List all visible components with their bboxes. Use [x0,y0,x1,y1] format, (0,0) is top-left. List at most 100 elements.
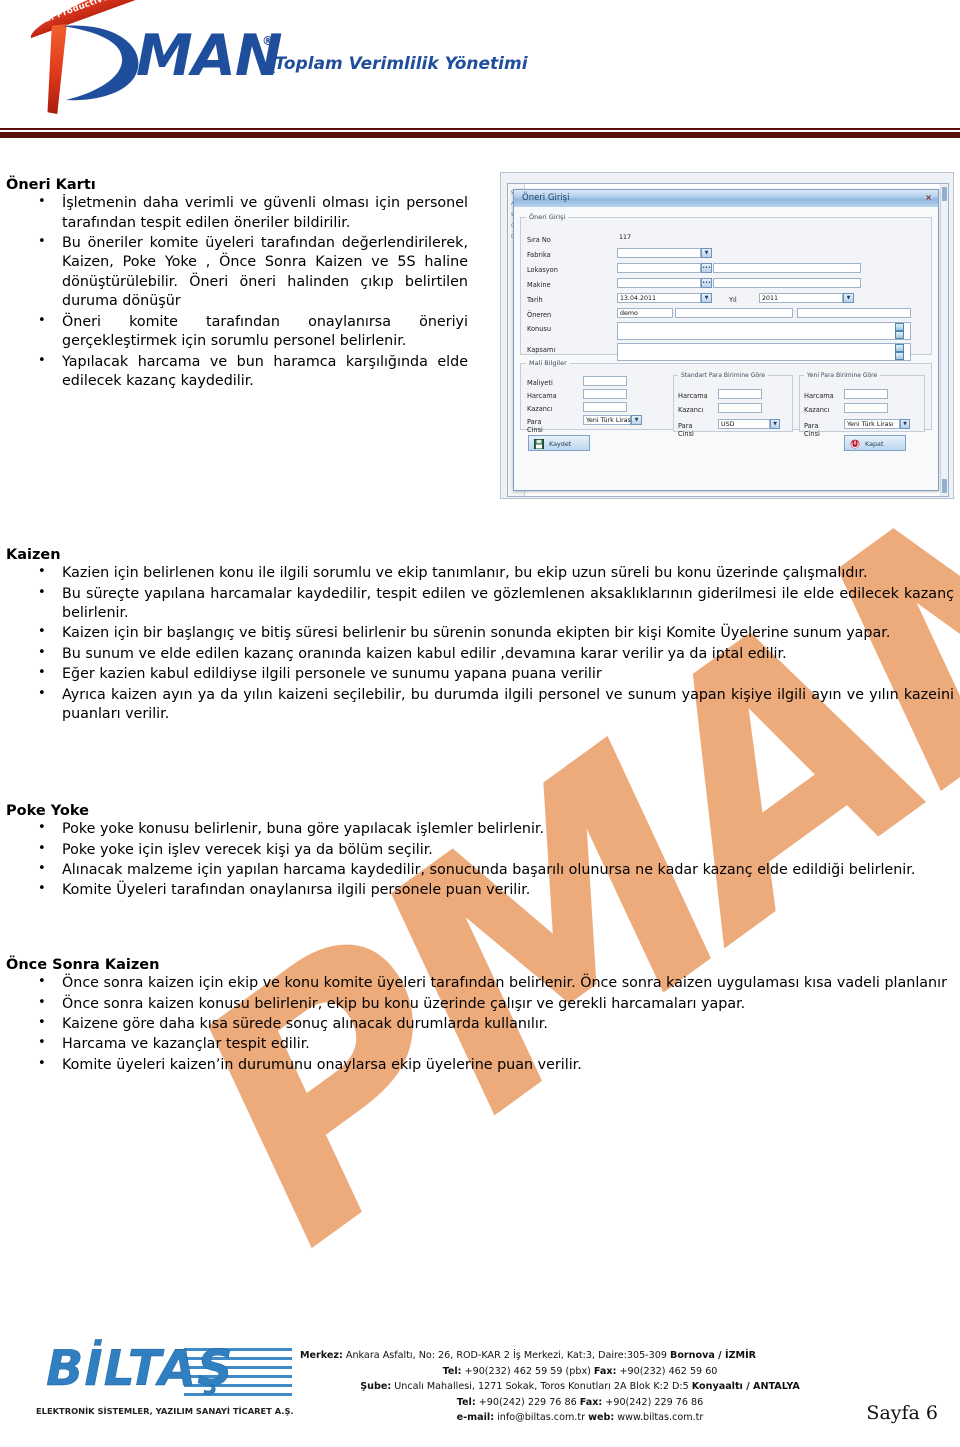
value-sira-no: 117 [619,234,632,241]
label-tarih: Tarih [527,296,543,304]
subgroup-standart-para-birimi: Standart Para Birimine Göre Harcama Kaza… [673,372,793,438]
input-yeni-harcama[interactable] [844,389,888,399]
input-fabrika-ext[interactable] [713,248,771,258]
host-scrollbar[interactable] [940,184,948,496]
close-icon[interactable]: × [925,193,932,202]
select-yeni-para-cinsi[interactable]: Yeni Türk Lirası [844,419,900,429]
label-para-cinsi-left: Para Cinsi [527,418,543,434]
textarea-konusu[interactable] [617,322,911,340]
list-item: İşletmenin daha verimli ve güvenli olmas… [38,193,468,233]
input-kazanci-left[interactable] [583,402,627,412]
bullet-list-oneri-karti: İşletmenin daha verimli ve güvenli olmas… [6,193,468,391]
chevron-down-icon-yeni-para-cinsi[interactable]: ▼ [900,419,910,429]
contact-value-fax-2: +90(242) 229 76 86 [605,1396,704,1408]
input-standart-kazanci[interactable] [718,403,762,413]
input-tarih[interactable]: 13.04.2011 [617,293,701,303]
list-item: Bu sunum ve elde edilen kazanç oranında … [38,644,954,664]
input-harcama-left[interactable] [583,389,627,399]
section-title-poke-yoke: Poke Yoke [6,803,89,819]
list-item: Poke yoke konusu belirlenir, buna göre y… [38,819,954,839]
contact-value-fax-1: +90(232) 462 59 60 [619,1365,718,1377]
scrollbar-thumb-bottom[interactable] [942,479,947,493]
bullet-list-poke-yoke: Poke yoke konusu belirlenir, buna göre y… [6,819,954,901]
section-poke-yoke: Poke Yoke Poke yoke konusu belirlenir, b… [6,802,954,902]
contact-label-tel-1: Tel: [442,1365,462,1377]
spinner-down-icon-konusu[interactable] [895,331,904,339]
contact-value-web[interactable]: www.biltas.com.tr [617,1412,703,1423]
input-lokasyon-name[interactable] [713,263,861,273]
input-oneren[interactable]: demo [617,308,673,318]
list-item: Kazien için belirlenen konu ile ilgili s… [38,563,954,583]
biltas-subtitle: ELEKTRONİK SİSTEMLER, YAZILIM SANAYİ TİC… [36,1406,294,1416]
contact-label-web: web: [588,1412,615,1424]
biltas-logo: BİLTAŞ ELEKTRONİK SİSTEMLER, YAZILIM SAN… [34,1342,296,1438]
power-off-icon [850,439,860,449]
input-yil[interactable]: 2011 [759,293,843,303]
section-oneri-karti: Öneri Kartı İşletmenin daha verimli ve g… [6,176,468,393]
contact-line-tel-merkez: Tel: +90(232) 462 59 59 (pbx) Fax: +90(2… [300,1364,860,1380]
list-item: Komite üyeleri kaizen’in durumunu onayla… [38,1055,954,1075]
contact-value-email[interactable]: info@biltas.com.tr [497,1412,585,1423]
contact-label-fax-1: Fax: [593,1365,617,1377]
label-yil: Yıl [729,296,737,304]
input-oneren-3[interactable] [797,308,911,318]
contact-line-sube: Şube: Uncalı Mahallesi, 1271 Sokak, Toro… [300,1379,860,1395]
input-standart-harcama[interactable] [718,389,762,399]
label-oneren: Öneren [527,311,552,319]
label-standart-kazanci: Kazancı [678,406,704,414]
page-number: Sayfa 6 [866,1402,938,1424]
spinner-up-icon-kapsami[interactable] [895,344,904,352]
contact-label-fax-2: Fax: [579,1396,603,1408]
field-row-makine: Makine ••• [521,278,931,291]
save-button-label: Kaydet [549,440,572,448]
subgroup-legend-standart: Standart Para Birimine Göre [681,372,766,379]
footer-contact-block: Merkez: Ankara Asfaltı, No: 26, ROD-KAR … [300,1348,860,1426]
select-para-cinsi-left[interactable]: Yeni Türk Lirası [583,415,633,425]
input-makine[interactable] [617,278,701,288]
chevron-down-icon-standart-para-cinsi[interactable]: ▼ [770,419,780,429]
save-button[interactable]: Kaydet [528,435,590,451]
ellipsis-icon-makine[interactable]: ••• [701,278,712,288]
input-lokasyon[interactable] [617,263,701,273]
close-button[interactable]: Kapat [844,435,906,451]
input-fabrika[interactable] [617,248,701,258]
section-kaizen: Kaizen Kazien için belirlenen konu ile i… [6,546,954,726]
list-item: Öneri komite tarafından onaylanırsa öner… [38,312,468,352]
contact-value-tel-2: +90(242) 229 76 86 [478,1396,577,1408]
value-standart-para-cinsi: USD [721,421,735,428]
section-title-oneri-karti: Öneri Kartı [6,177,96,193]
field-row-lokasyon: Lokasyon ••• [521,263,931,276]
embedded-app-screenshot: S A S C D Öneri Girişi × Öneri Girişi [500,172,954,499]
label-konusu: Konusu [527,325,552,333]
label-standart-para-cinsi: Para Cinsi [678,422,694,438]
chevron-down-icon-para-cinsi-left[interactable]: ▼ [631,415,642,425]
input-yeni-kazanci[interactable] [844,403,888,413]
list-item: Bu öneriler komite üyeleri tarafından de… [38,233,468,312]
chevron-down-icon-yil[interactable]: ▼ [843,293,854,303]
scrollbar-thumb-top[interactable] [942,187,947,201]
ellipsis-icon-lokasyon[interactable]: ••• [701,263,712,273]
subgroup-yeni-para-birimi: Yeni Para Birimine Göre Harcama Kazancı … [799,372,925,438]
biltas-wordmark: BİLTAŞ [46,1340,234,1397]
section-title-once-sonra-kaizen: Önce Sonra Kaizen [6,957,160,973]
contact-line-tel-sube: Tel: +90(242) 229 76 86 Fax: +90(242) 22… [300,1395,860,1411]
spinner-up-icon-konusu[interactable] [895,323,904,331]
chevron-down-icon-fabrika[interactable]: ▼ [701,248,712,258]
label-yeni-para-cinsi: Para Cinsi [804,422,820,438]
label-kapsami: Kapsamı [527,346,556,354]
list-item: Poke yoke için işlev verecek kişi ya da … [38,840,954,860]
input-oneren-2[interactable] [675,308,793,318]
subgroup-legend-yeni: Yeni Para Birimine Göre [807,372,878,379]
input-maliyeti[interactable] [583,376,627,386]
list-item: Harcama ve kazançlar tespit edilir. [38,1034,954,1054]
oneri-girisi-dialog: Öneri Girişi × Öneri Girişi Sıra No 117 [513,189,939,491]
field-row-fabrika: Fabrika ▼ [521,248,931,261]
bullet-list-once-sonra-kaizen: Önce sonra kaizen için ekip ve konu komi… [6,973,954,1075]
calendar-dropdown-icon-tarih[interactable]: ▼ [701,293,712,303]
input-makine-name[interactable] [713,278,861,288]
label-yeni-harcama: Harcama [804,392,834,400]
list-item: Önce sonra kaizen konusu belirlenir, eki… [38,994,954,1014]
input-sira-no[interactable]: 117 [617,233,765,243]
select-standart-para-cinsi[interactable]: USD [718,419,770,429]
value-yil: 2011 [762,295,779,302]
